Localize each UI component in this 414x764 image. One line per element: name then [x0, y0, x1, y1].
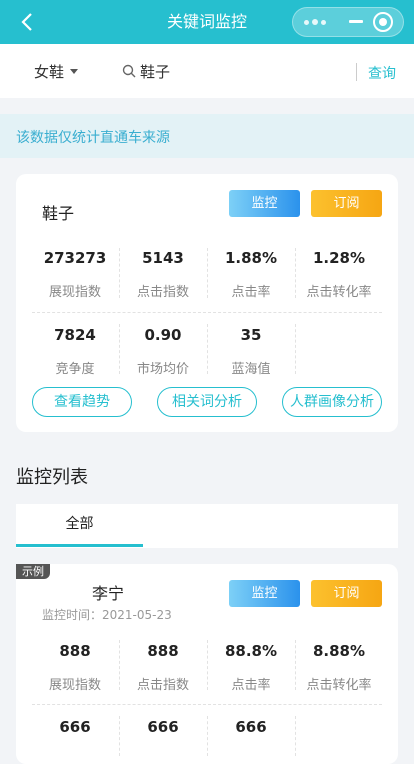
stat-label: 点击指数: [136, 285, 189, 300]
brand-name: 李宁: [92, 584, 125, 603]
stat-value: 7824: [54, 326, 96, 344]
stat-blue-ocean: 35 蓝海值: [207, 326, 295, 377]
stat-value: 666: [147, 718, 179, 736]
stat-label: 展现指数: [48, 285, 101, 300]
stat-conversion: 1.28% 点击转化率: [295, 249, 383, 300]
stat-value: 666: [59, 718, 91, 736]
keyword-title: 鞋子: [42, 204, 75, 223]
section-title: 监控列表: [16, 467, 88, 488]
stat-value: 273273: [43, 249, 107, 267]
stat-value: 888: [59, 642, 91, 660]
stat-value: 35: [240, 326, 262, 344]
audience-profile-button[interactable]: 人群画像分析: [282, 387, 382, 417]
stat-value: 0.90: [144, 326, 182, 344]
subscribe-button[interactable]: 订阅: [311, 190, 382, 217]
divider: [32, 312, 382, 313]
stat-label: 点击指数: [136, 678, 189, 693]
stat-value: 666: [235, 718, 267, 736]
divider: [356, 63, 357, 81]
monitor-button[interactable]: 监控: [229, 580, 300, 607]
notice-text: 该数据仅统计直通车来源: [16, 130, 170, 146]
monitor-time: 监控时间：2021-05-23: [42, 608, 172, 622]
search-bar: 女鞋 鞋子 查询: [0, 44, 414, 98]
divider: [295, 640, 296, 690]
stat-competition: 666: [31, 718, 119, 736]
example-badge: 示例: [16, 564, 50, 579]
divider: [295, 716, 296, 756]
more-icon[interactable]: [293, 8, 336, 36]
stat-label: 竞争度: [55, 362, 95, 377]
related-words-button[interactable]: 相关词分析: [157, 387, 257, 417]
stat-value: 5143: [142, 249, 184, 267]
stat-impression: 273273 展现指数: [31, 249, 119, 300]
category-dropdown[interactable]: 女鞋: [34, 61, 64, 82]
stat-avg-price: 666: [119, 718, 207, 736]
stat-label: 展现指数: [48, 678, 101, 693]
divider: [295, 324, 296, 374]
divider: [295, 248, 296, 298]
stat-conversion: 8.88% 点击转化率: [295, 642, 383, 693]
tab-all[interactable]: 全部: [16, 504, 143, 544]
search-input[interactable]: 鞋子: [140, 61, 170, 82]
tab-indicator: [16, 544, 143, 547]
subscribe-button[interactable]: 订阅: [311, 580, 382, 607]
nav-bar: 关键词监控: [0, 0, 414, 44]
stat-competition: 7824 竞争度: [31, 326, 119, 377]
stat-avg-price: 0.90 市场均价: [119, 326, 207, 377]
stat-value: 888: [147, 642, 179, 660]
divider: [119, 640, 120, 690]
divider: [119, 248, 120, 298]
stat-impression: 888 展现指数: [31, 642, 119, 693]
view-trend-button[interactable]: 查看趋势: [32, 387, 132, 417]
stat-label: 点击转化率: [306, 678, 372, 693]
divider: [119, 324, 120, 374]
divider: [119, 716, 120, 756]
divider: [207, 716, 208, 756]
stat-click: 5143 点击指数: [119, 249, 207, 300]
stat-label: 点击率: [231, 678, 271, 693]
minimize-icon[interactable]: [341, 8, 371, 36]
caret-down-icon[interactable]: [70, 69, 78, 74]
stat-blue-ocean: 666: [207, 718, 295, 736]
close-target-icon[interactable]: [373, 12, 393, 32]
monitor-button[interactable]: 监控: [229, 190, 300, 217]
stat-click: 888 点击指数: [119, 642, 207, 693]
stat-value: 8.88%: [312, 642, 366, 660]
stat-label: 点击率: [231, 285, 271, 300]
stat-value: 1.28%: [312, 249, 366, 267]
divider: [207, 640, 208, 690]
search-icon: [122, 64, 136, 78]
divider: [207, 248, 208, 298]
stat-ctr: 1.88% 点击率: [207, 249, 295, 300]
stat-ctr: 88.8% 点击率: [207, 642, 295, 693]
tab-bar: 全部: [16, 504, 398, 548]
notice-banner: 该数据仅统计直通车来源: [0, 114, 414, 158]
mini-program-capsule: [292, 7, 404, 37]
query-button[interactable]: 查询: [368, 63, 396, 83]
stat-value: 88.8%: [224, 642, 278, 660]
stat-label: 点击转化率: [306, 285, 372, 300]
stat-label: 市场均价: [136, 362, 189, 377]
keyword-card: 鞋子 监控 订阅 273273 展现指数 5143 点击指数 1.88% 点击率…: [16, 174, 398, 432]
stat-label: 蓝海值: [231, 362, 271, 377]
divider: [207, 324, 208, 374]
divider: [32, 704, 382, 705]
monitor-item-card[interactable]: 示例 李宁 监控时间：2021-05-23 监控 订阅 888 展现指数 888…: [16, 564, 398, 764]
stat-value: 1.88%: [224, 249, 278, 267]
